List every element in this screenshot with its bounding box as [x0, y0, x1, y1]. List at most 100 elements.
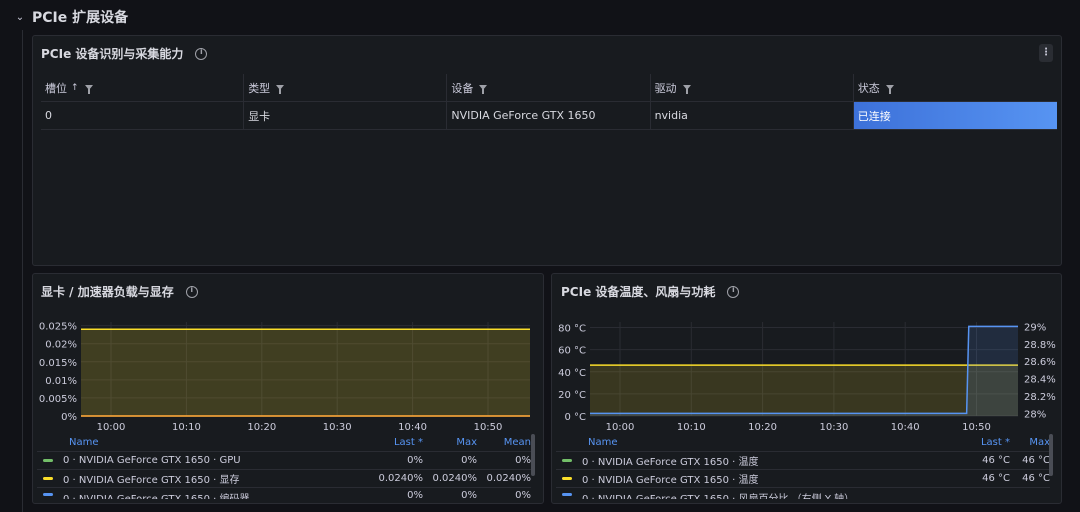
legend-row[interactable]: 0 · NVIDIA GeForce GTX 1650 · 显存 0.0240%…: [37, 469, 531, 487]
chart-legend: Name Last * Max Mean 0 · NVIDIA GeForce …: [37, 433, 531, 499]
column-label: 状态: [857, 81, 880, 95]
y-right-tick-label: 28.4%: [1024, 375, 1056, 386]
table-panel-title: PCIe 设备识别与采集能力: [41, 47, 184, 61]
status-cell: 已连接: [853, 102, 1057, 129]
x-tick-label: 10:30: [819, 422, 848, 433]
column-header-slot[interactable]: 槽位 ↑: [41, 74, 245, 101]
y-left-tick-label: 20 °C: [558, 390, 586, 401]
legend-header: Name Last * Max Mean: [37, 433, 531, 451]
filter-icon[interactable]: [84, 85, 93, 94]
table-cell: 显卡: [244, 102, 448, 129]
legend-series-name: 0 · NVIDIA GeForce GTX 1650 · GPU: [63, 455, 241, 466]
legend-header-last[interactable]: Last *: [950, 437, 1010, 448]
row-header[interactable]: ⌄ PCIe 扩展设备: [0, 0, 1080, 34]
legend-header-max[interactable]: Max: [423, 437, 477, 448]
legend-header-max[interactable]: Max: [1010, 437, 1050, 448]
legend-value: 46 °C: [982, 455, 1010, 466]
legend-value: 0.0240%: [486, 473, 532, 484]
legend-value: 46 °C: [1022, 455, 1050, 466]
table-panel: PCIe 设备识别与采集能力 ⋮ 槽位 ↑ 类型 设备 驱动 状态: [32, 35, 1062, 266]
legend-value: 0%: [461, 490, 477, 499]
y-tick-label: 0.01%: [45, 376, 77, 387]
legend-header: Name Last * Max: [556, 433, 1050, 451]
column-label: 驱动: [654, 81, 677, 95]
legend-swatch: [43, 477, 53, 480]
column-header-driver[interactable]: 驱动: [651, 74, 854, 101]
panel-title: PCIe 设备识别与采集能力: [41, 45, 208, 62]
column-header-status[interactable]: 状态: [854, 74, 1057, 101]
y-tick-label: 0.02%: [45, 340, 77, 351]
row-title: PCIe 扩展设备: [32, 10, 129, 26]
legend-series-name: 0 · NVIDIA GeForce GTX 1650 · 编码器: [63, 490, 363, 499]
x-tick-label: 10:20: [247, 422, 276, 433]
legend-row[interactable]: 0 · NVIDIA GeForce GTX 1650 · 温度 46 °C 4…: [556, 451, 1050, 469]
legend-value: 0%: [515, 455, 531, 466]
legend-swatch: [43, 493, 53, 496]
legend-scrollbar[interactable]: [531, 434, 535, 476]
x-tick-label: 10:10: [172, 422, 201, 433]
panel-menu-button[interactable]: ⋮: [1039, 44, 1053, 62]
y-right-tick-label: 29%: [1024, 322, 1046, 333]
legend-swatch: [562, 493, 572, 496]
y-tick-label: 0.015%: [39, 358, 77, 369]
table-cell: nvidia: [651, 102, 854, 129]
table-cell: NVIDIA GeForce GTX 1650: [447, 102, 651, 129]
legend-series-name: 0 · NVIDIA GeForce GTX 1650 · 温度: [582, 475, 759, 486]
y-tick-label: 0.025%: [39, 322, 77, 333]
series-area: [590, 365, 1018, 416]
legend-value: 0%: [461, 455, 477, 466]
filter-icon[interactable]: [479, 85, 488, 94]
legend-header-name[interactable]: Name: [37, 437, 363, 448]
table-header: 槽位 ↑ 类型 设备 驱动 状态: [41, 74, 1057, 102]
legend-header-name[interactable]: Name: [556, 437, 950, 448]
table-row[interactable]: 0 显卡 NVIDIA GeForce GTX 1650 nvidia 已连接: [41, 102, 1057, 130]
y-right-tick-label: 28.6%: [1024, 357, 1056, 368]
x-tick-label: 10:00: [606, 422, 635, 433]
sort-ascending-icon[interactable]: ↑: [71, 83, 79, 93]
legend-scrollbar[interactable]: [1049, 434, 1053, 476]
filter-icon[interactable]: [682, 85, 691, 94]
load-memory-panel: 显卡 / 加速器负载与显存 0%0.005%0.01%0.015%0.02%0.…: [32, 273, 544, 504]
column-label: 设备: [451, 81, 474, 95]
legend-value: 0%: [515, 490, 531, 499]
legend-value: 0%: [407, 455, 423, 466]
legend-value: 46 °C: [1022, 473, 1050, 484]
chevron-down-icon[interactable]: ⌄: [12, 12, 28, 23]
legend-row[interactable]: 0 · NVIDIA GeForce GTX 1650 · GPU 0% 0% …: [37, 451, 531, 469]
legend-value: 0.0240%: [432, 473, 478, 484]
column-header-type[interactable]: 类型: [244, 74, 448, 101]
x-tick-label: 10:20: [748, 422, 777, 433]
legend-header-last[interactable]: Last *: [363, 437, 423, 448]
x-tick-label: 10:40: [891, 422, 920, 433]
legend-row[interactable]: 0 · NVIDIA GeForce GTX 1650 · 编码器 0% 0% …: [37, 487, 531, 499]
filter-icon[interactable]: [276, 85, 285, 94]
temp-fan-panel: PCIe 设备温度、风扇与功耗 0 °C20 °C40 °C60 °C80 °C…: [551, 273, 1062, 504]
legend-series-name: 0 · NVIDIA GeForce GTX 1650 · 显存: [63, 475, 240, 486]
x-tick-label: 10:40: [398, 422, 427, 433]
x-tick-label: 10:00: [97, 422, 126, 433]
chart-legend: Name Last * Max 0 · NVIDIA GeForce GTX 1…: [556, 433, 1050, 499]
column-header-device[interactable]: 设备: [447, 74, 651, 101]
legend-swatch: [562, 459, 572, 462]
column-label: 类型: [248, 81, 271, 95]
x-tick-label: 10:30: [323, 422, 352, 433]
legend-row[interactable]: 0 · NVIDIA GeForce GTX 1650 · 温度 46 °C 4…: [556, 469, 1050, 487]
filter-icon[interactable]: [885, 85, 894, 94]
y-left-tick-label: 60 °C: [558, 346, 586, 357]
y-left-tick-label: 80 °C: [558, 324, 586, 335]
y-tick-label: 0.005%: [39, 394, 77, 405]
legend-swatch: [562, 477, 572, 480]
info-icon[interactable]: [195, 47, 208, 60]
data-table: 槽位 ↑ 类型 设备 驱动 状态 0 显卡 NVIDIA GeForce GTX…: [41, 74, 1057, 130]
legend-series-name: 0 · NVIDIA GeForce GTX 1650 · 风扇百分比 （右侧 …: [582, 490, 950, 499]
x-tick-label: 10:50: [962, 422, 991, 433]
legend-series-name: 0 · NVIDIA GeForce GTX 1650 · 温度: [582, 457, 759, 468]
legend-row[interactable]: 0 · NVIDIA GeForce GTX 1650 · 风扇百分比 （右侧 …: [556, 487, 1050, 499]
x-tick-label: 10:50: [474, 422, 503, 433]
series-area: [81, 329, 530, 416]
y-right-tick-label: 28.8%: [1024, 340, 1056, 351]
y-left-tick-label: 0 °C: [564, 412, 586, 423]
legend-header-mean[interactable]: Mean: [477, 437, 531, 448]
legend-value: 0%: [407, 490, 423, 499]
legend-value: 46 °C: [982, 473, 1010, 484]
